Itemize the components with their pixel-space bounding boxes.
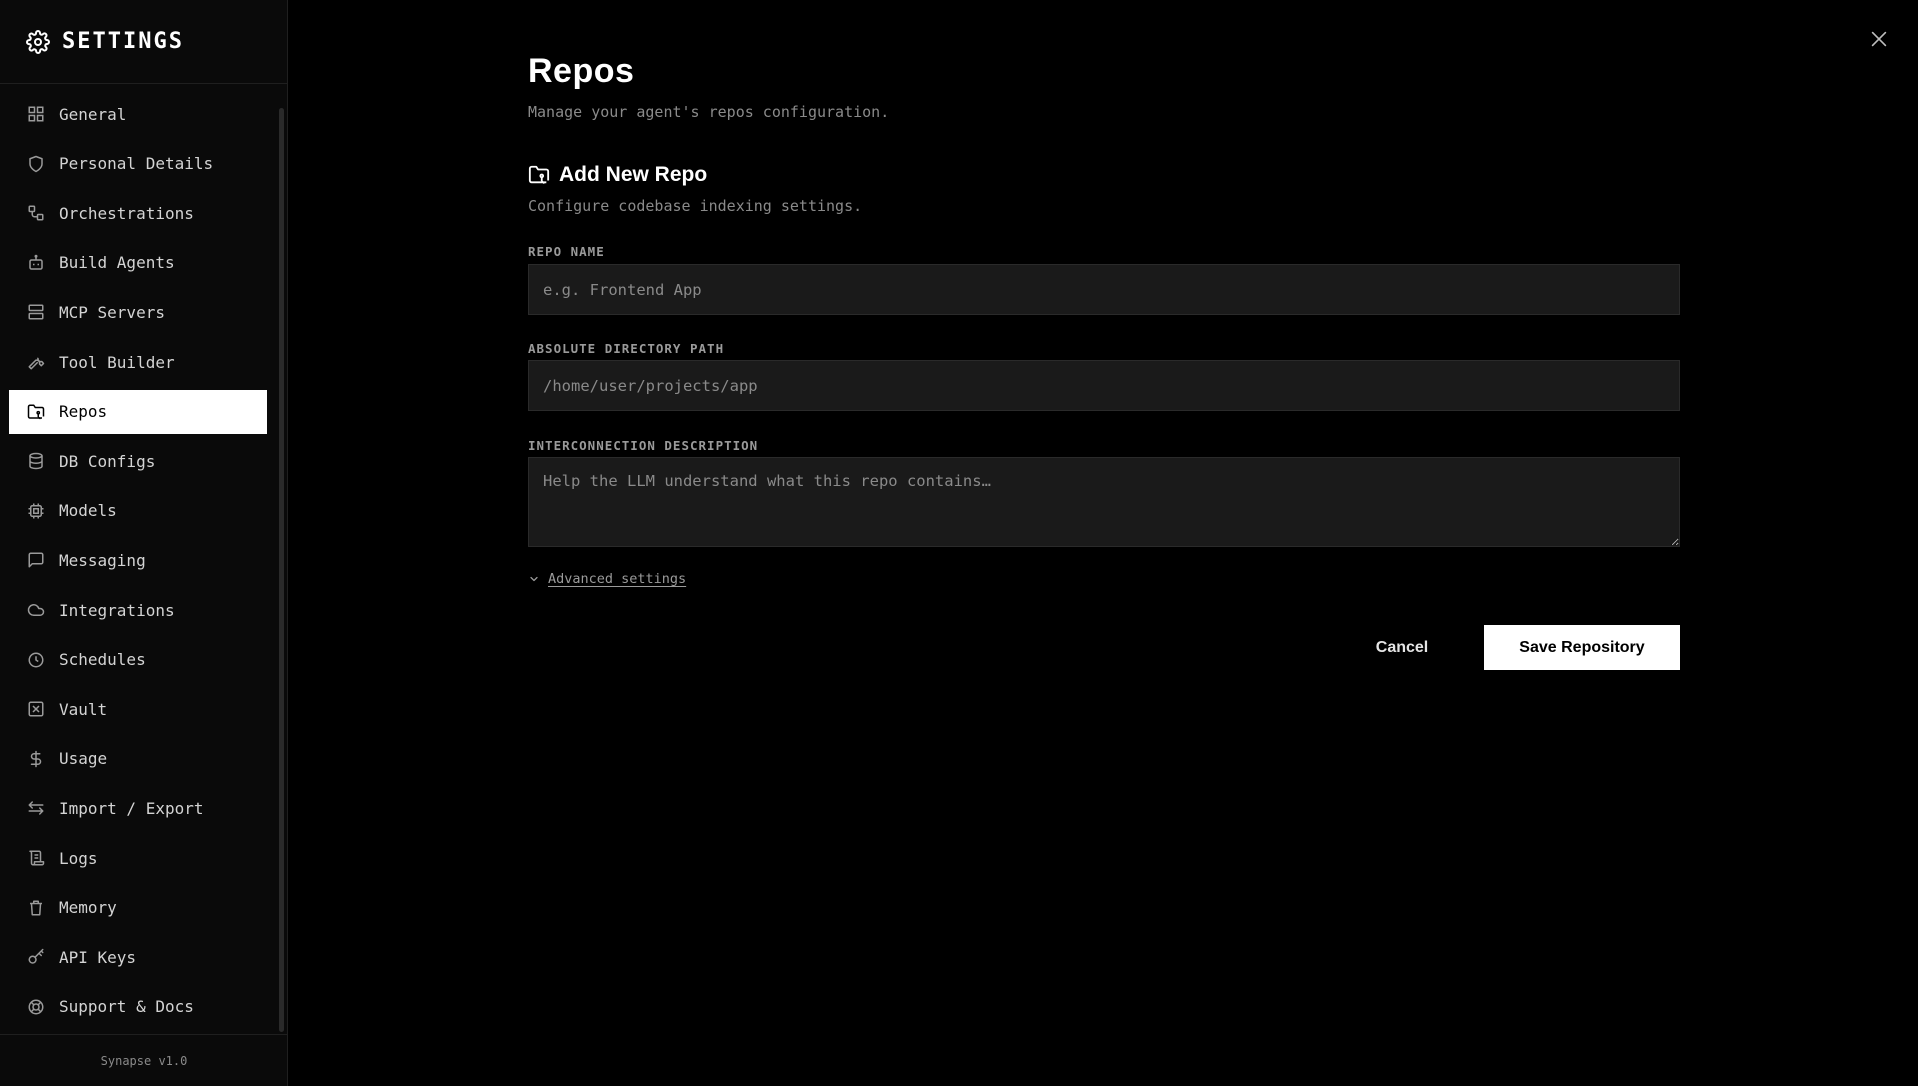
section-title: Add New Repo: [528, 163, 707, 187]
sidebar-item-label: API Keys: [59, 947, 137, 967]
advanced-settings-toggle[interactable]: Advanced settings: [528, 571, 686, 587]
sidebar-item-label: Import / Export: [59, 798, 204, 818]
shield-icon: [27, 155, 45, 173]
sidebar-item-usage[interactable]: Usage: [9, 737, 267, 781]
sidebar-item-label: Orchestrations: [59, 203, 194, 223]
sidebar-item-label: Schedules: [59, 650, 146, 670]
sidebar-item-db-configs[interactable]: DB Configs: [9, 439, 267, 483]
cloud-icon: [27, 601, 45, 619]
sidebar-item-label: Vault: [59, 699, 108, 719]
memory-icon: [27, 899, 45, 917]
arrows-icon: [27, 799, 45, 817]
sidebar-item-personal-details[interactable]: Personal Details: [9, 142, 267, 186]
message-icon: [27, 551, 45, 569]
sidebar-item-label: Memory: [59, 898, 117, 918]
sidebar-item-label: Build Agents: [59, 253, 175, 273]
sidebar-item-tool-builder[interactable]: Tool Builder: [9, 340, 267, 384]
folder-git-icon: [528, 164, 550, 186]
sidebar-item-repos[interactable]: Repos: [9, 389, 267, 434]
bot-icon: [27, 254, 45, 272]
sidebar-item-build-agents[interactable]: Build Agents: [9, 241, 267, 285]
sidebar-item-vault[interactable]: Vault: [9, 687, 267, 731]
section-subtitle: Configure codebase indexing settings.: [528, 197, 863, 215]
workflow-icon: [27, 204, 45, 222]
sidebar-item-label: Logs: [59, 848, 98, 868]
advanced-settings-label: Advanced settings: [548, 571, 687, 587]
sidebar-item-support-docs[interactable]: Support & Docs: [9, 985, 267, 1029]
save-repository-button[interactable]: Save Repository: [1484, 625, 1680, 670]
repo-name-label: REPO NAME: [528, 244, 605, 259]
sidebar-item-messaging[interactable]: Messaging: [9, 538, 267, 582]
sidebar-item-label: DB Configs: [59, 451, 156, 471]
sidebar-item-schedules[interactable]: Schedules: [9, 638, 267, 682]
sidebar-item-api-keys[interactable]: API Keys: [9, 935, 267, 979]
version-label: Synapse v1.0: [0, 1034, 288, 1086]
page-title: Repos: [528, 52, 635, 90]
sidebar-item-label: MCP Servers: [59, 302, 165, 322]
sidebar-header: SETTINGS: [0, 0, 287, 84]
page-subtitle: Manage your agent's repos configuration.: [528, 103, 890, 121]
sidebar: SETTINGS General Personal Details Orches…: [0, 0, 288, 1086]
sidebar-title: SETTINGS: [62, 29, 184, 54]
sidebar-item-integrations[interactable]: Integrations: [9, 588, 267, 632]
sidebar-item-orchestrations[interactable]: Orchestrations: [9, 191, 267, 235]
vault-icon: [27, 700, 45, 718]
sidebar-item-mcp-servers[interactable]: MCP Servers: [9, 290, 267, 334]
clock-icon: [27, 651, 45, 669]
sidebar-item-label: General: [59, 104, 127, 124]
sidebar-item-label: Messaging: [59, 550, 146, 570]
directory-path-label: ABSOLUTE DIRECTORY PATH: [528, 341, 725, 356]
folder-git-icon: [27, 403, 45, 421]
sidebar-item-label: Models: [59, 501, 117, 521]
scroll-icon: [27, 849, 45, 867]
server-icon: [27, 303, 45, 321]
directory-path-input[interactable]: [528, 360, 1680, 411]
sidebar-item-general[interactable]: General: [9, 92, 267, 136]
section-title-label: Add New Repo: [559, 163, 708, 186]
sidebar-item-label: Tool Builder: [59, 352, 175, 372]
sidebar-item-import-export[interactable]: Import / Export: [9, 786, 267, 830]
cpu-icon: [27, 502, 45, 520]
sidebar-item-label: Personal Details: [59, 154, 214, 174]
sidebar-nav: General Personal Details Orchestrations …: [0, 92, 288, 1026]
sidebar-item-label: Usage: [59, 749, 108, 769]
repo-name-input[interactable]: [528, 264, 1680, 315]
close-icon: [1868, 28, 1890, 50]
sidebar-item-memory[interactable]: Memory: [9, 886, 267, 930]
chevron-down-icon: [528, 573, 540, 585]
lifebuoy-icon: [27, 998, 45, 1016]
sidebar-item-label: Support & Docs: [59, 997, 194, 1017]
wrench-icon: [27, 353, 45, 371]
key-icon: [27, 948, 45, 966]
description-label: INTERCONNECTION DESCRIPTION: [528, 438, 759, 453]
close-button[interactable]: [1866, 26, 1892, 52]
sidebar-item-models[interactable]: Models: [9, 489, 267, 533]
sidebar-scrollbar[interactable]: [279, 108, 284, 1032]
dollar-icon: [27, 750, 45, 768]
sidebar-item-label: Integrations: [59, 600, 175, 620]
settings-app: SETTINGS General Personal Details Orches…: [0, 0, 1918, 1086]
gear-icon: [26, 29, 50, 54]
database-icon: [27, 452, 45, 470]
sidebar-item-logs[interactable]: Logs: [9, 836, 267, 880]
cancel-button[interactable]: Cancel: [1354, 625, 1450, 670]
sidebar-item-label: Repos: [59, 402, 108, 422]
grid-icon: [27, 105, 45, 123]
description-textarea[interactable]: [528, 457, 1680, 547]
